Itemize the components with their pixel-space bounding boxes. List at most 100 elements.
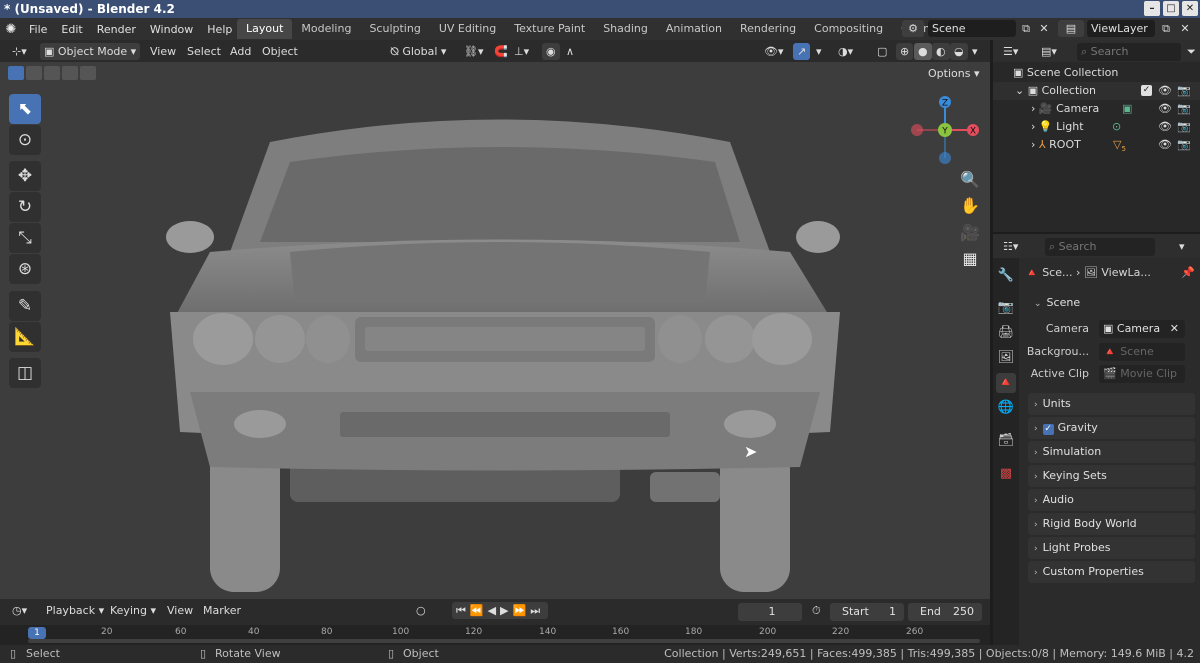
rigid-body-world-panel[interactable]: › Rigid Body World [1028,513,1195,535]
playback-menu[interactable]: Playback ▾ [42,602,108,619]
gizmo-toggle-icon[interactable]: ↗ [793,43,811,60]
falloff-icon[interactable]: ∧ [562,43,578,60]
properties-options-icon[interactable]: ▾ [1175,238,1189,255]
scene-panel-header[interactable]: ⌄ Scene [1028,292,1195,314]
marker-menu[interactable]: Marker [199,602,245,619]
view-layer-tab-icon[interactable]: 🖼 [996,348,1016,368]
measure-tool-icon[interactable]: 📐 [9,322,41,352]
tab-shading[interactable]: Shading [594,19,657,39]
solid-shading-icon[interactable]: ● [914,43,932,60]
cursor-tool-icon[interactable]: ⊙ [9,125,41,155]
collection-visibility-icon[interactable]: 👁 [1158,82,1172,100]
camera-render-icon[interactable]: 📷 [1177,100,1191,118]
gravity-panel[interactable]: › ✓ Gravity [1028,417,1195,439]
root-mesh-icon[interactable]: ▽5 [1113,136,1126,158]
new-scene-icon[interactable]: ⧉ [1018,20,1034,37]
delete-viewlayer-icon[interactable]: ✕ [1177,20,1193,37]
collection-render-icon[interactable]: 📷 [1177,82,1191,100]
timeline-clock-icon[interactable]: ⏱ [808,602,825,619]
simulation-panel[interactable]: › Simulation [1028,441,1195,463]
scene-camera-field[interactable]: ▣ Camera ✕ [1099,320,1185,338]
background-scene-field[interactable]: 🔺 Scene [1099,343,1185,361]
breadcrumb-scene[interactable]: Sce... [1042,266,1072,279]
start-frame-field[interactable]: Start 1 [830,603,904,621]
keying-sets-panel[interactable]: › Keying Sets [1028,465,1195,487]
display-mode-icon[interactable]: ▤▾ [1037,43,1061,60]
new-viewlayer-icon[interactable]: ⧉ [1158,20,1174,37]
proportional-edit-icon[interactable]: ◉ [542,43,560,60]
timeline-editor-type-icon[interactable]: ◷▾ [8,602,31,619]
outliner-editor-type-icon[interactable]: ☰▾ [999,43,1022,60]
light-probes-panel[interactable]: › Light Probes [1028,537,1195,559]
outliner-row-root[interactable]: › ⅄ ROOT ▽5 👁 📷 [993,136,1200,154]
end-frame-field[interactable]: End 250 [908,603,982,621]
orientation-dropdown[interactable]: ⦰ Global ▾ [386,43,454,60]
render-tab-icon[interactable]: 📷 [996,298,1016,318]
menu-object[interactable]: Object [258,43,302,60]
gravity-checkbox[interactable]: ✓ [1042,424,1054,435]
zoom-icon[interactable]: 🔍 [958,168,982,192]
light-data-icon[interactable]: ⊙ [1112,118,1121,136]
select-new-icon[interactable] [8,66,24,80]
editor-type-icon[interactable]: ⊹▾ [8,43,31,60]
tab-rendering[interactable]: Rendering [731,19,805,39]
menu-edit[interactable]: Edit [54,23,89,36]
camera-data-icon[interactable]: ▣ [1122,100,1132,118]
menu-window[interactable]: Window [143,23,200,36]
auto-keying-icon[interactable]: ○ [412,602,430,619]
world-tab-icon[interactable]: 🌐 [996,398,1016,418]
options-dropdown[interactable]: Options ▾ [924,65,984,82]
minimize-button[interactable]: – [1144,1,1160,16]
scale-tool-icon[interactable]: ⤡ [9,223,41,253]
maximize-button[interactable]: □ [1163,1,1179,16]
3d-viewport[interactable]: Options ▾ ⬉ ⊙ ✥ ↻ ⤡ ⊛ ✎ 📐 ◫ Z X Y 🔍 ✋ 🎥 … [0,62,990,599]
select-subtract-icon[interactable] [44,66,60,80]
viewlayer-name-field[interactable]: ViewLayer [1087,20,1155,37]
overlay-icon[interactable]: ◑▾ [834,43,857,60]
light-visibility-icon[interactable]: 👁 [1158,118,1172,136]
visibility-icon[interactable]: 👁▾ [760,43,788,60]
clear-camera-icon[interactable]: ✕ [1170,320,1179,338]
annotate-tool-icon[interactable]: ✎ [9,291,41,321]
breadcrumb-viewlayer[interactable]: ViewLa... [1101,266,1150,279]
select-box-tool-icon[interactable]: ⬉ [9,94,41,124]
outliner-row-camera[interactable]: › 🎥 Camera ▣ 👁 📷 [993,100,1200,118]
timeline-ruler[interactable]: 1 20 60 40 80 100 120 140 160 180 200 22… [0,625,990,645]
tab-sculpting[interactable]: Sculpting [360,19,429,39]
timeline-view-menu[interactable]: View [163,602,197,619]
close-window-button[interactable]: ✕ [1182,1,1198,16]
rotate-tool-icon[interactable]: ↻ [9,192,41,222]
shading-dropdown-icon[interactable]: ▾ [968,43,982,60]
gizmo-dropdown-icon[interactable]: ▾ [812,43,826,60]
menu-help[interactable]: Help [200,23,239,36]
material-shading-icon[interactable]: ◐ [932,43,950,60]
collection-tab-icon[interactable]: 🗃 [996,431,1016,451]
blender-logo-icon[interactable]: ✺ [0,22,22,37]
scene-tab-icon[interactable]: 🔺 [996,373,1016,393]
menu-render[interactable]: Render [90,23,143,36]
snap-target-icon[interactable]: ⊥▾ [510,43,533,60]
transform-tool-icon[interactable]: ⊛ [9,254,41,284]
properties-editor-type-icon[interactable]: ☷▾ [999,238,1022,255]
rendered-shading-icon[interactable]: ◒ [950,43,968,60]
delete-scene-icon[interactable]: ✕ [1036,20,1052,37]
xray-icon[interactable]: ▢ [873,43,891,60]
camera-visibility-icon[interactable]: 👁 [1158,100,1172,118]
outliner-row-scene-collection[interactable]: ▣ Scene Collection [993,64,1200,82]
properties-search-input[interactable]: ⌕ Search [1045,238,1155,256]
playback-controls[interactable]: ⏮⏪◀▶⏩⏭ [452,602,549,619]
audio-panel[interactable]: › Audio [1028,489,1195,511]
active-clip-field[interactable]: 🎬 Movie Clip [1099,365,1185,383]
texture-tab-icon[interactable]: ▩ [996,464,1016,484]
current-frame-field[interactable]: 1 [738,603,802,621]
root-render-icon[interactable]: 📷 [1177,136,1191,154]
select-intersect-icon[interactable] [80,66,96,80]
pin-icon[interactable]: 📌 [1181,264,1195,282]
tab-layout[interactable]: Layout [237,19,293,39]
wireframe-shading-icon[interactable]: ⊕ [896,43,914,60]
timeline-scrollbar[interactable] [28,639,980,643]
scene-name-field[interactable]: Scene [928,20,1016,37]
pan-hand-icon[interactable]: ✋ [958,194,982,218]
menu-add[interactable]: Add [226,43,255,60]
tab-animation[interactable]: Animation [657,19,731,39]
